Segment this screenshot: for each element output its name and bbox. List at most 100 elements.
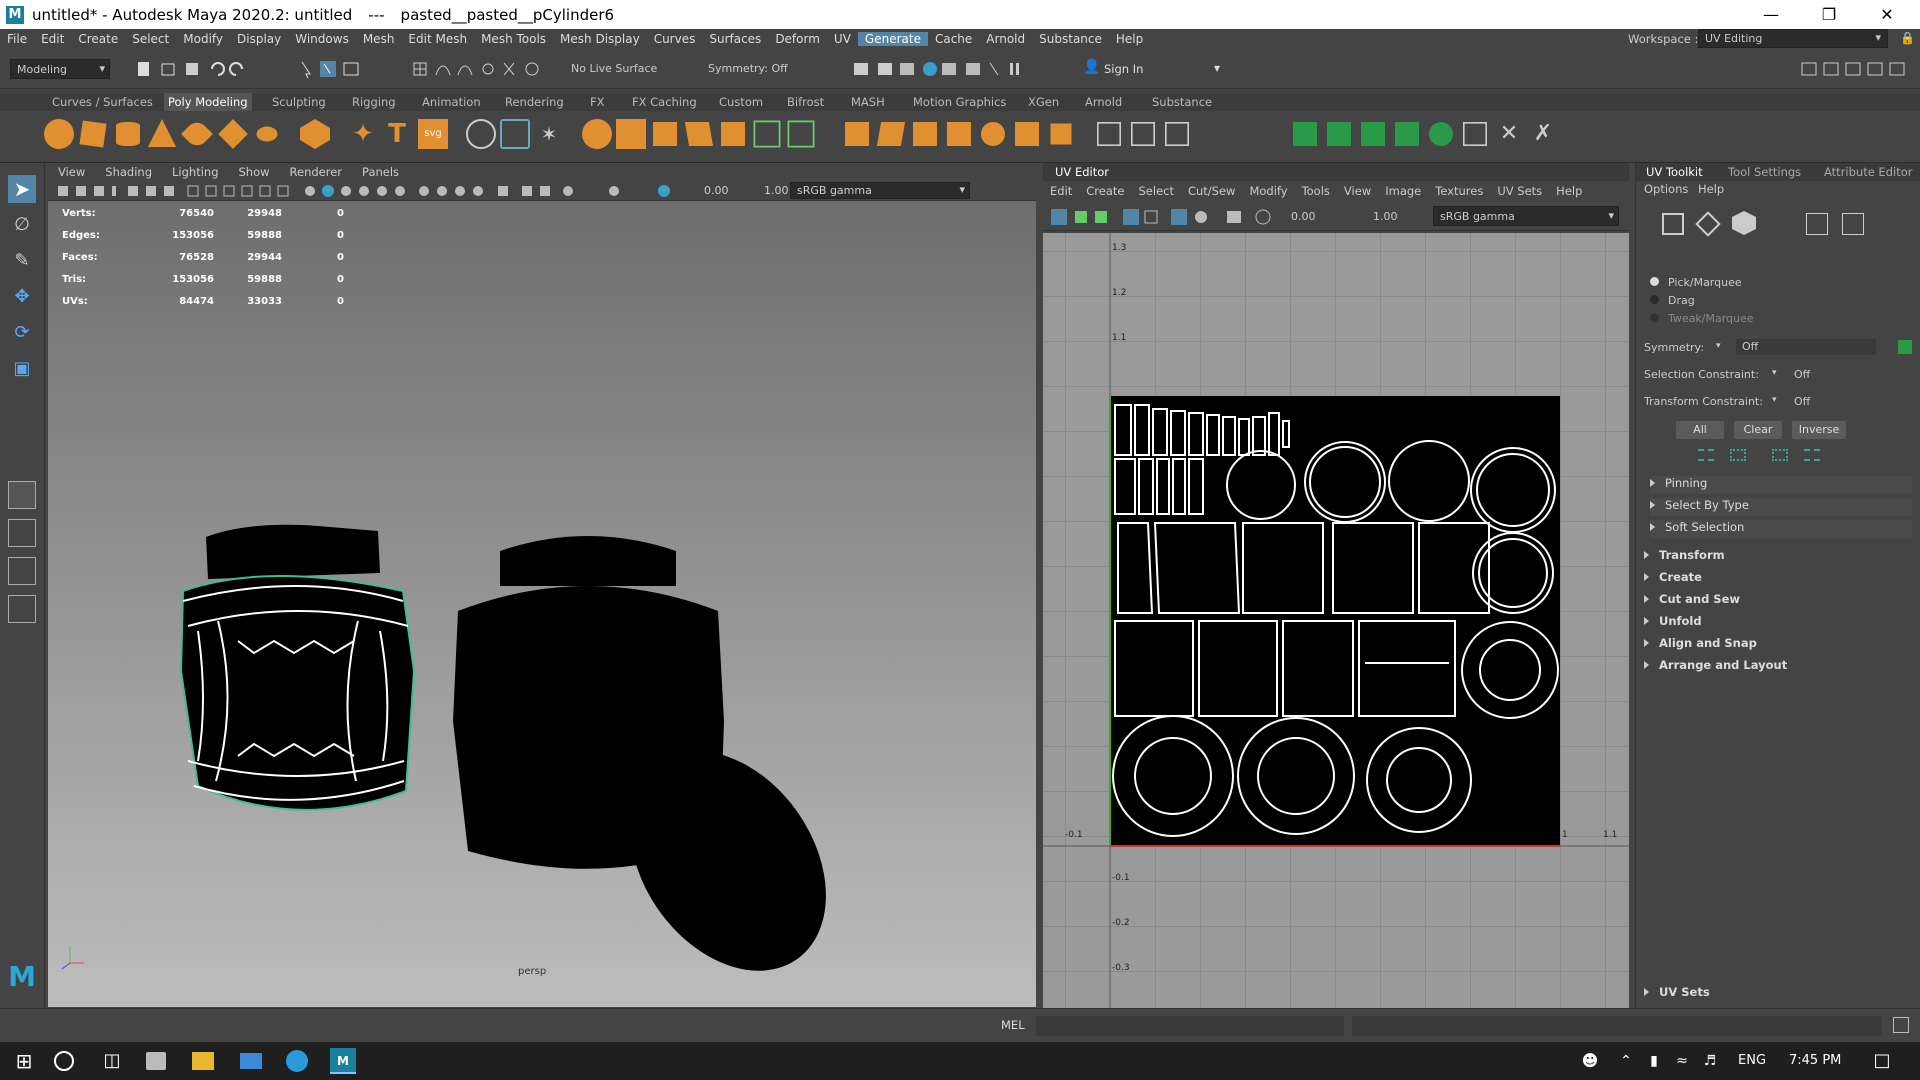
poly-plane-icon[interactable] — [218, 119, 248, 149]
shelf-tab-rigging[interactable]: Rigging — [352, 95, 396, 109]
shelf-tab-motion-graphics[interactable]: Motion Graphics — [913, 95, 1006, 109]
menu-edit[interactable]: Edit — [34, 32, 71, 46]
offset-edge-loop-icon[interactable] — [876, 122, 906, 146]
inverse-button[interactable]: Inverse — [1792, 421, 1846, 439]
checker-icon[interactable] — [1463, 122, 1487, 146]
menu-cache[interactable]: Cache — [928, 32, 979, 46]
tab-uv-toolkit[interactable]: UV Toolkit — [1646, 165, 1703, 179]
menu-mesh[interactable]: Mesh — [356, 32, 402, 46]
uv-menu-edit[interactable]: Edit — [1050, 184, 1072, 198]
close-icon[interactable]: ✕ — [1858, 0, 1916, 29]
symmetry-field[interactable]: Off — [1736, 339, 1876, 355]
menu-curves[interactable]: Curves — [647, 32, 703, 46]
panel-toggle-icons[interactable] — [1800, 59, 1920, 79]
file-explorer-icon[interactable] — [192, 1052, 214, 1070]
minimize-icon[interactable]: — — [1742, 0, 1800, 29]
command-input[interactable] — [1036, 1016, 1344, 1036]
uv-unfold-icon[interactable] — [1293, 122, 1317, 146]
four-view-layout-icon[interactable] — [8, 519, 36, 547]
two-view-layout-icon[interactable] — [8, 557, 36, 585]
poly-sphere-icon[interactable] — [44, 119, 74, 149]
search-icon[interactable] — [54, 1051, 74, 1071]
uv-grid-icon[interactable] — [1842, 213, 1864, 235]
menu-generate[interactable]: Generate — [857, 32, 928, 46]
shelf-tab-xgen[interactable]: XGen — [1028, 95, 1059, 109]
viewport-toolbar-icons[interactable] — [52, 183, 692, 199]
select-shortest-edge-icon[interactable] — [1804, 449, 1820, 461]
combine-icon[interactable] — [466, 119, 496, 149]
select-all-button[interactable]: All — [1676, 421, 1724, 439]
shelf-tab-substance[interactable]: Substance — [1152, 95, 1212, 109]
section-align-and-snap[interactable]: Align and Snap — [1644, 636, 1914, 654]
section-transform[interactable]: Transform — [1644, 548, 1914, 566]
uv-orient-icon[interactable] — [1429, 122, 1453, 146]
uv-colorspace-dropdown[interactable]: sRGB gamma ▾ — [1433, 206, 1619, 226]
wifi-icon[interactable]: ≈ — [1668, 1047, 1696, 1075]
planar-uv-icon[interactable] — [1131, 122, 1155, 146]
cross-icon[interactable]: ✗ — [1528, 119, 1558, 149]
type-text-icon[interactable]: T — [382, 119, 412, 149]
people-icon[interactable]: ☻ — [1576, 1047, 1604, 1075]
fill-hole-icon[interactable] — [913, 122, 937, 146]
uv-center-icon[interactable] — [1806, 213, 1828, 235]
section-uv-sets[interactable]: UV Sets — [1644, 985, 1914, 1003]
windows-start-icon[interactable]: ⊞ — [10, 1047, 38, 1075]
notifications-icon[interactable]: □ — [1868, 1047, 1896, 1075]
vp-menu-shading[interactable]: Shading — [105, 165, 152, 179]
selection-constraint-value[interactable]: Off — [1794, 368, 1810, 381]
chevron-down-icon[interactable]: ▾ — [1772, 368, 1777, 378]
shelf-tab-arnold[interactable]: Arnold — [1085, 95, 1122, 109]
vp-menu-renderer[interactable]: Renderer — [290, 165, 343, 179]
battery-icon[interactable]: ▮ — [1640, 1047, 1668, 1075]
menu-substance[interactable]: Substance — [1032, 32, 1109, 46]
collapse-icon[interactable] — [981, 122, 1005, 146]
uv-cut-icon[interactable] — [1361, 122, 1385, 146]
booleans-icon[interactable] — [582, 119, 612, 149]
uv-face-mode-icon[interactable] — [1732, 211, 1756, 235]
append-icon[interactable] — [721, 122, 745, 146]
uv-menu-cut-sew[interactable]: Cut/Sew — [1188, 184, 1235, 198]
symmetrize-icon[interactable]: ✕ — [1494, 119, 1524, 149]
chevron-down-icon[interactable]: ▾ — [1214, 61, 1220, 75]
menu-file[interactable]: File — [0, 32, 34, 46]
restore-icon[interactable]: ❐ — [1800, 0, 1858, 29]
clear-button[interactable]: Clear — [1734, 421, 1782, 439]
menu-mesh-tools[interactable]: Mesh Tools — [474, 32, 553, 46]
poly-cylinder-icon[interactable] — [116, 122, 140, 146]
shrink-selection-icon[interactable] — [1730, 449, 1746, 461]
grow-selection-icon[interactable] — [1698, 449, 1714, 461]
smooth-icon[interactable]: ✶ — [534, 119, 564, 149]
section-soft-selection[interactable]: Soft Selection — [1650, 520, 1912, 538]
shelf-tab-animation[interactable]: Animation — [422, 95, 481, 109]
poly-torus-icon[interactable] — [181, 118, 213, 150]
vp-menu-show[interactable]: Show — [239, 165, 270, 179]
vp-colorspace-dropdown[interactable]: sRGB gamma ▾ — [790, 182, 970, 199]
tab-tool-settings[interactable]: Tool Settings — [1728, 165, 1801, 179]
uv-exposure-value[interactable]: 0.00 — [1291, 210, 1316, 223]
single-perspective-layout-icon[interactable] — [8, 481, 36, 509]
menu-modify[interactable]: Modify — [176, 32, 230, 46]
platonic-solid-icon[interactable] — [300, 119, 330, 149]
uv-menu-create[interactable]: Create — [1086, 184, 1124, 198]
merge-icon[interactable] — [947, 122, 971, 146]
transform-constraint-value[interactable]: Off — [1794, 395, 1810, 408]
vp-menu-panels[interactable]: Panels — [362, 165, 399, 179]
volume-icon[interactable]: ♬ — [1696, 1047, 1724, 1075]
poly-cube-icon[interactable] — [79, 120, 107, 148]
edge-browser-icon[interactable] — [286, 1050, 308, 1072]
uv-shell-mode-icon[interactable] — [1662, 213, 1684, 235]
uv-menu-view[interactable]: View — [1344, 184, 1371, 198]
wireframe-jar[interactable] — [179, 524, 416, 811]
poly-disc-icon[interactable] — [256, 126, 278, 142]
rotate-tool-icon[interactable]: ⟳ — [8, 319, 36, 347]
shelf-tab-poly-modeling[interactable]: Poly Modeling — [164, 93, 252, 111]
mirror-icon[interactable] — [1097, 122, 1121, 146]
menu-windows[interactable]: Windows — [288, 32, 356, 46]
shelf-tab-bifrost[interactable]: Bifrost — [787, 95, 824, 109]
section-unfold[interactable]: Unfold — [1644, 614, 1914, 632]
input-language[interactable]: ENG — [1738, 1053, 1766, 1068]
automatic-uv-icon[interactable] — [1165, 122, 1189, 146]
super-shape-icon[interactable]: ✦ — [348, 119, 378, 149]
scene-view[interactable] — [48, 201, 1036, 1007]
chevron-up-icon[interactable]: ⌃ — [1612, 1047, 1640, 1075]
